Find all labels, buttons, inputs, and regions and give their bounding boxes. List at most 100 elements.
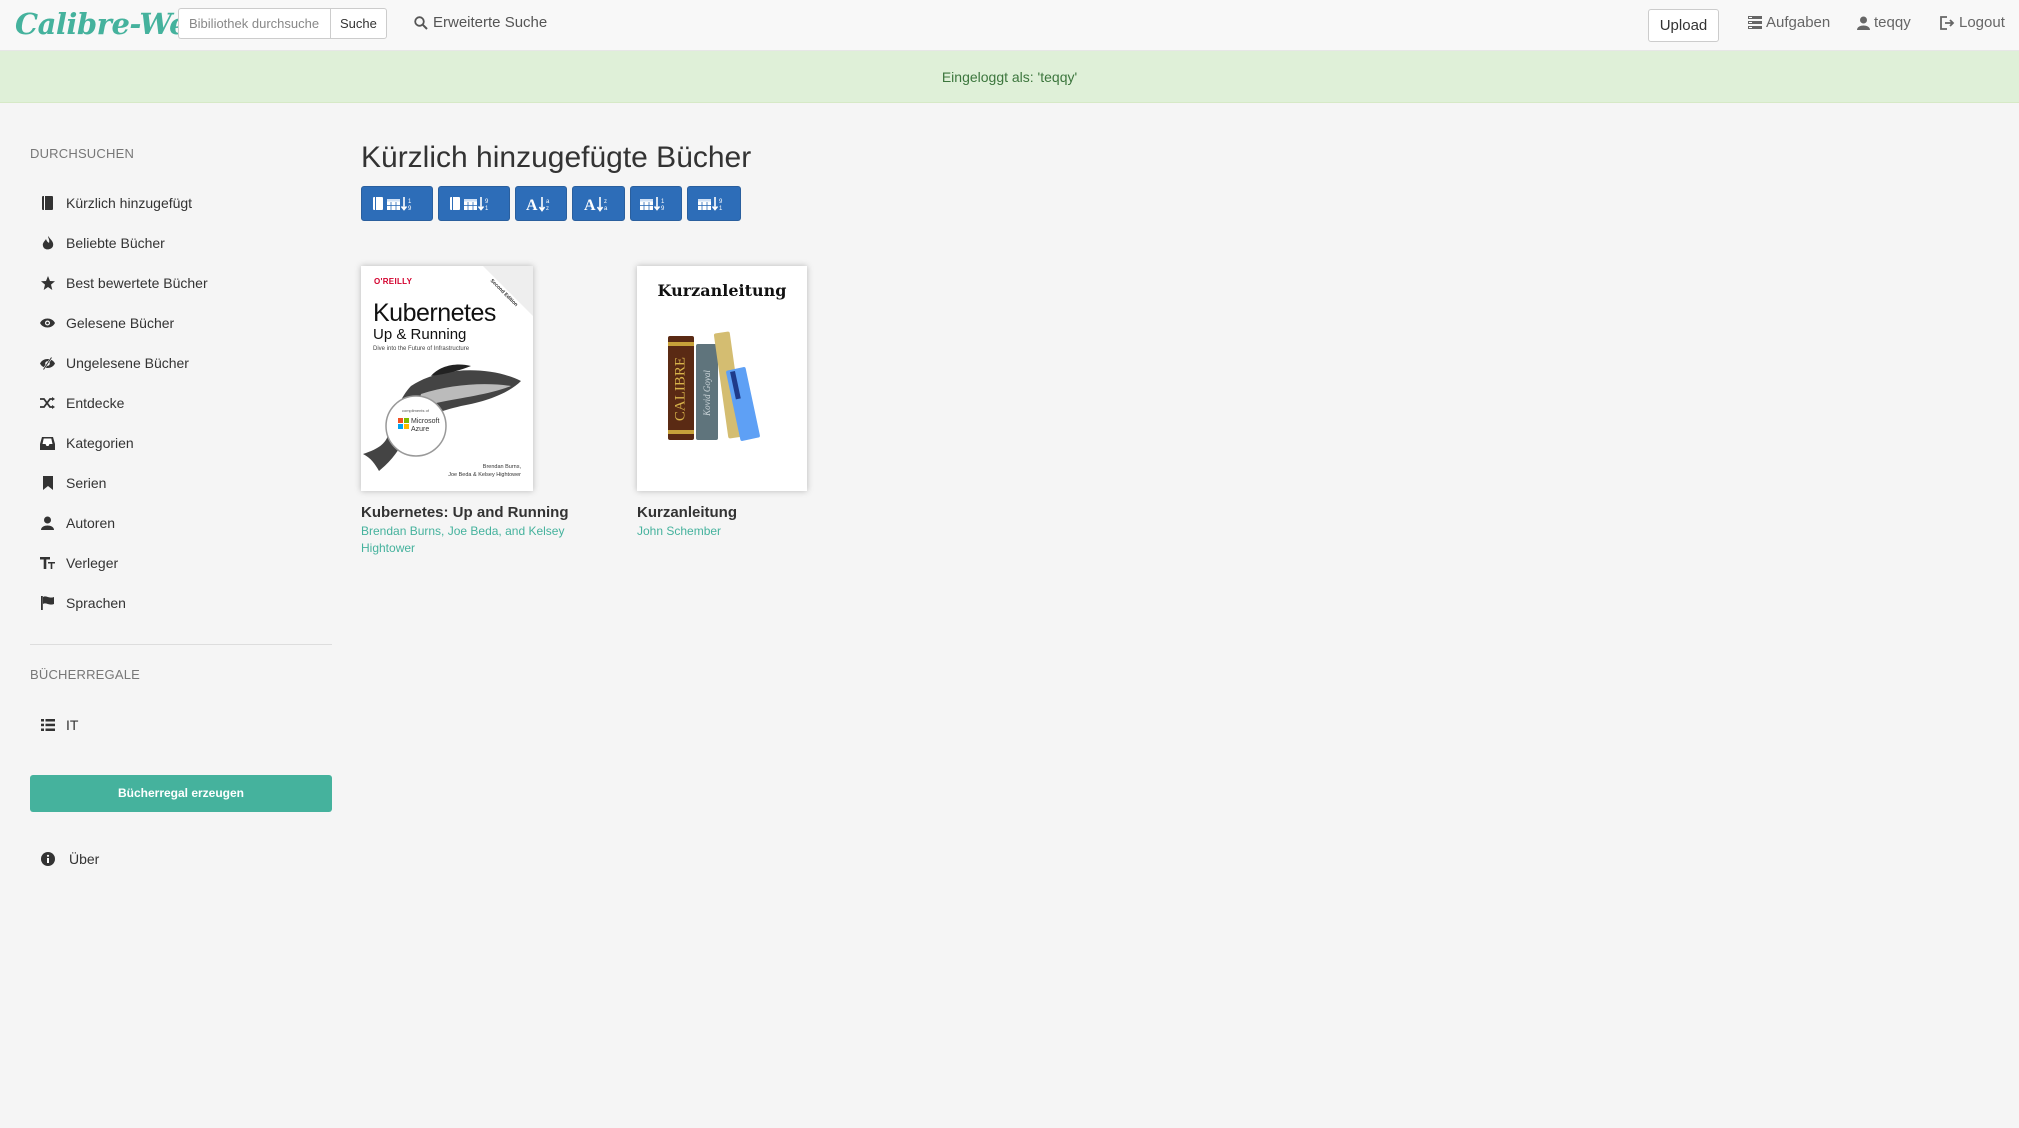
cover-spine1: CALIBRE xyxy=(672,356,689,422)
cover-publisher: O'REILLY xyxy=(374,277,413,286)
svg-text:a: a xyxy=(604,206,608,212)
book-author-line: Hightower xyxy=(361,541,416,555)
fire-icon xyxy=(40,235,55,251)
search-input[interactable] xyxy=(178,8,330,39)
sort-alpha-desc-button[interactable]: Aza xyxy=(572,186,625,221)
sidebar-item-label: Kategorien xyxy=(66,435,134,451)
sort-pubdate-asc-button[interactable]: 91 xyxy=(687,186,741,221)
sidebar-item-label: Kürzlich hinzugefügt xyxy=(66,195,193,211)
sidebar-item-label: Entdecke xyxy=(66,395,125,411)
sidebar-item-publishers[interactable]: Verleger xyxy=(40,555,118,571)
upload-button[interactable]: Upload xyxy=(1648,9,1719,42)
svg-text:A: A xyxy=(526,197,538,213)
sort-pubdate-desc-icon: 19 xyxy=(640,196,665,212)
sort-book-date-desc-icon: 19 xyxy=(373,196,412,212)
user-icon xyxy=(1857,16,1870,30)
bookmark-icon xyxy=(40,476,55,491)
login-alert: Eingeloggt als: 'teqqy' xyxy=(0,51,2019,103)
user-label: teqqy xyxy=(1874,14,1911,31)
sidebar-item-rated[interactable]: Best bewertete Bücher xyxy=(40,275,208,291)
book-cover[interactable]: O'REILLY Second Edition Kubernetes Up & … xyxy=(361,266,533,491)
cover-compliments: compliments of xyxy=(402,408,429,413)
shelves-heading: BÜCHERREGALE xyxy=(30,667,141,682)
book-author-line: John Schember xyxy=(637,524,722,538)
cover-spine2: Kovid Goyal xyxy=(702,370,712,416)
browse-heading: DURCHSUCHEN xyxy=(30,146,135,161)
book-title[interactable]: Kurzanleitung xyxy=(637,504,837,522)
sidebar-item-read[interactable]: Gelesene Bücher xyxy=(40,315,174,331)
sort-book-date-desc-button[interactable]: 19 xyxy=(361,186,433,221)
eye-slash-icon xyxy=(40,356,55,371)
tasks-link[interactable]: Aufgaben xyxy=(1748,14,1830,31)
tasks-icon xyxy=(1748,16,1762,29)
cover-sponsor1: Microsoft xyxy=(411,418,440,425)
page-title: Kürzlich hinzugefügte Bücher xyxy=(361,141,752,174)
svg-text:z: z xyxy=(546,206,549,212)
svg-text:9: 9 xyxy=(661,206,665,212)
text-size-icon xyxy=(40,556,55,571)
cover-title: Kurzanleitung xyxy=(657,281,787,300)
sidebar-item-recent[interactable]: Kürzlich hinzugefügt xyxy=(40,195,192,211)
svg-text:z: z xyxy=(604,199,607,205)
sidebar-item-hot[interactable]: Beliebte Bücher xyxy=(40,235,165,251)
sidebar-divider xyxy=(30,644,332,645)
logout-link[interactable]: Logout xyxy=(1940,14,2005,31)
sidebar-item-categories[interactable]: Kategorien xyxy=(40,435,134,451)
sidebar-item-label: IT xyxy=(66,717,79,733)
sidebar-item-label: Sprachen xyxy=(66,595,126,611)
flag-icon xyxy=(40,596,55,611)
book-cover[interactable]: Kurzanleitung CALIBRE Kovid Goyal xyxy=(637,266,807,491)
user-link[interactable]: teqqy xyxy=(1857,14,1911,31)
sort-pubdate-desc-button[interactable]: 19 xyxy=(630,186,682,221)
svg-text:1: 1 xyxy=(661,199,665,205)
sidebar-item-about[interactable]: Über xyxy=(40,851,99,867)
sidebar-item-label: Gelesene Bücher xyxy=(66,315,175,331)
sort-alpha-asc-icon: Aaz xyxy=(526,196,550,213)
eye-icon xyxy=(40,316,55,331)
cover-sponsor2: Azure xyxy=(411,426,430,433)
cover-authors1: Brendan Burns, xyxy=(482,464,521,470)
svg-text:1: 1 xyxy=(719,206,723,212)
sort-alpha-desc-icon: Aza xyxy=(584,196,608,213)
shuffle-icon xyxy=(40,396,55,411)
sidebar-item-unread[interactable]: Ungelesene Bücher xyxy=(40,355,189,371)
search-button[interactable]: Suche xyxy=(330,8,387,39)
book-author[interactable]: John Schember xyxy=(637,523,837,540)
sidebar-item-series[interactable]: Serien xyxy=(40,475,106,491)
book-title[interactable]: Kubernetes: Up and Running xyxy=(361,504,586,522)
logout-icon xyxy=(1940,15,1955,30)
tasks-label: Aufgaben xyxy=(1766,14,1831,31)
create-shelf-button[interactable]: Bücherregal erzeugen xyxy=(30,775,332,812)
book-icon xyxy=(40,196,55,211)
sidebar-item-label: Über xyxy=(69,851,100,867)
advanced-search-label: Erweiterte Suche xyxy=(433,14,548,31)
sidebar-item-label: Ungelesene Bücher xyxy=(66,355,189,371)
advanced-search-link[interactable]: Erweiterte Suche xyxy=(414,14,547,31)
star-icon xyxy=(40,276,55,291)
svg-text:1: 1 xyxy=(408,199,412,205)
book-author[interactable]: Brendan Burns, Joe Beda, and Kelsey High… xyxy=(361,523,586,557)
inbox-icon xyxy=(40,436,55,451)
sidebar-item-label: Verleger xyxy=(66,555,119,571)
sort-book-date-asc-icon: 91 xyxy=(450,196,489,212)
list-icon xyxy=(40,718,55,733)
sidebar-item-authors[interactable]: Autoren xyxy=(40,515,115,531)
svg-text:a: a xyxy=(546,199,550,205)
book-card: O'REILLY Second Edition Kubernetes Up & … xyxy=(361,266,586,557)
svg-text:9: 9 xyxy=(719,199,723,205)
sort-alpha-asc-button[interactable]: Aaz xyxy=(515,186,567,221)
sidebar-item-discover[interactable]: Entdecke xyxy=(40,395,124,411)
sidebar-item-label: Best bewertete Bücher xyxy=(66,275,208,291)
search-form: Suche xyxy=(178,8,387,39)
sort-book-date-asc-button[interactable]: 91 xyxy=(438,186,510,221)
book-card: Kurzanleitung CALIBRE Kovid Goyal Kurzan… xyxy=(637,266,837,540)
sidebar-item-label: Serien xyxy=(66,475,107,491)
sidebar-item-languages[interactable]: Sprachen xyxy=(40,595,126,611)
svg-text:A: A xyxy=(584,197,596,213)
cover-authors2: Joe Beda & Kelsey Hightower xyxy=(448,472,521,478)
logout-label: Logout xyxy=(1959,14,2005,31)
svg-text:1: 1 xyxy=(485,206,489,212)
sidebar-item-shelf-it[interactable]: IT xyxy=(40,717,78,733)
search-icon xyxy=(414,15,428,30)
cover-tagline: Dive into the Future of Infrastructure xyxy=(373,346,470,352)
